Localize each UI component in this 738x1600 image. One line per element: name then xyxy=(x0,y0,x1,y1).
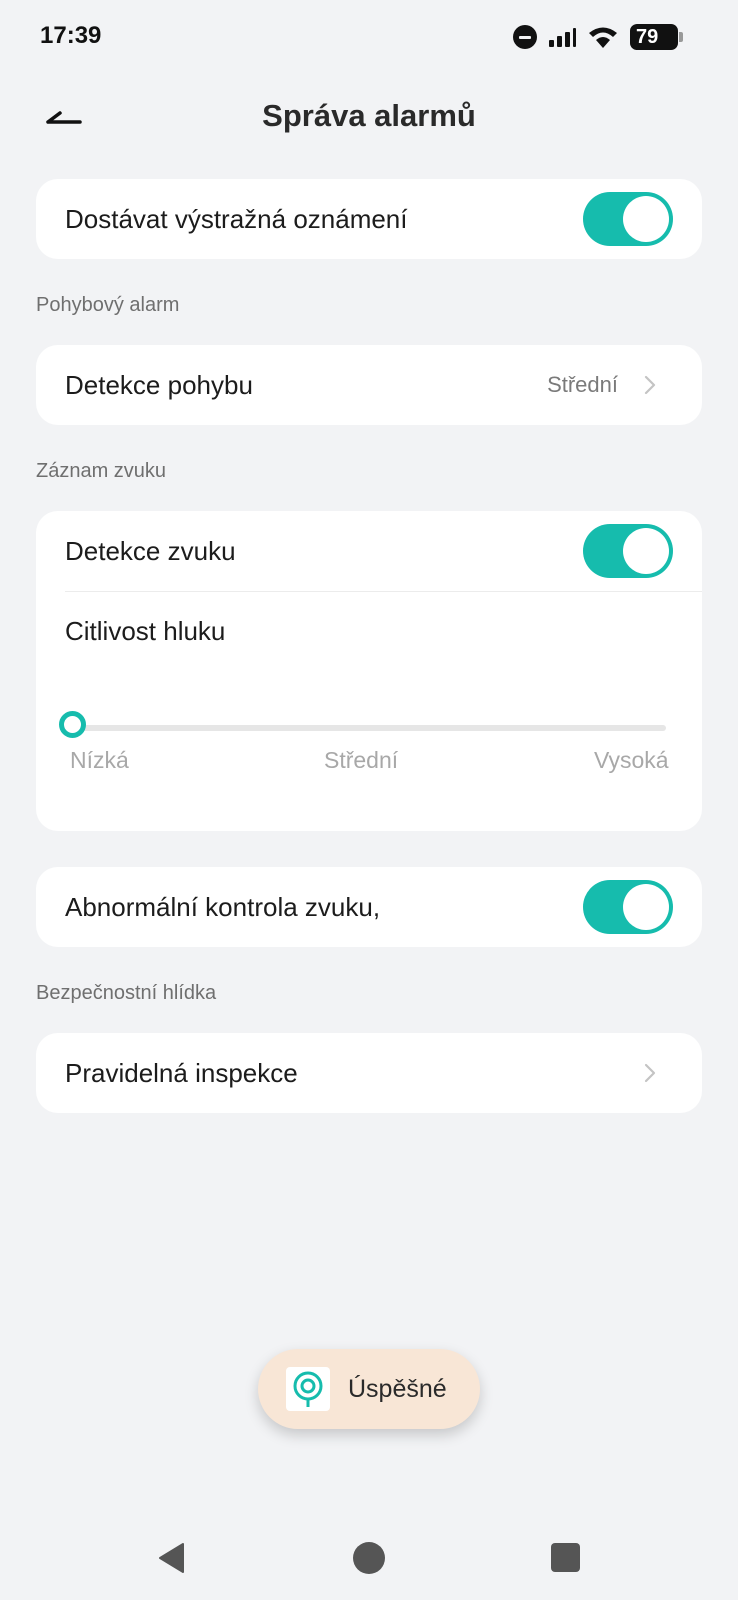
signal-icon xyxy=(549,27,576,47)
notifications-card: Dostávat výstražná oznámení xyxy=(36,179,702,259)
section-title-security: Bezpečnostní hlídka xyxy=(36,982,217,1004)
battery-icon: 79 xyxy=(630,24,683,50)
inspection-label: Pravidelná inspekce xyxy=(65,1058,298,1088)
abnormal-sound-row: Abnormální kontrola zvuku, xyxy=(36,867,702,947)
sound-card: Detekce zvuku Citlivost hluku Nízká Stře… xyxy=(36,511,702,831)
divider xyxy=(65,591,702,592)
wifi-icon xyxy=(589,27,617,48)
sensitivity-label: Citlivost hluku xyxy=(65,616,226,646)
app-logo-icon xyxy=(286,1367,330,1411)
chevron-right-icon xyxy=(644,1063,656,1083)
sensitivity-level-low[interactable]: Nízká xyxy=(70,747,129,774)
sound-detection-row: Detekce zvuku xyxy=(36,511,702,591)
abnormal-sound-label: Abnormální kontrola zvuku, xyxy=(65,892,381,922)
chevron-right-icon xyxy=(644,375,656,395)
slider-handle[interactable] xyxy=(59,711,86,738)
notifications-row: Dostávat výstražná oznámení xyxy=(36,179,702,259)
battery-level: 79 xyxy=(636,26,659,48)
toggle-knob xyxy=(623,528,669,574)
toggle-knob xyxy=(623,196,669,242)
status-time: 17:39 xyxy=(40,22,102,49)
abnormal-sound-toggle[interactable] xyxy=(583,880,673,934)
motion-card: Detekce pohybu Střední xyxy=(36,345,702,425)
motion-detection-row[interactable]: Detekce pohybu Střední xyxy=(36,345,702,425)
motion-detection-label: Detekce pohybu xyxy=(65,370,253,400)
screen: 17:39 79 Správa alarmů Dostávat výstražn… xyxy=(0,0,738,1600)
toast-text: Úspěšné xyxy=(348,1375,447,1403)
status-bar: 17:39 79 xyxy=(0,0,738,76)
nav-back-icon[interactable] xyxy=(156,1542,188,1574)
nav-recents-icon[interactable] xyxy=(551,1543,580,1572)
abnormal-sound-card: Abnormální kontrola zvuku, xyxy=(36,867,702,947)
section-title-sound: Záznam zvuku xyxy=(36,460,167,482)
motion-detection-value: Střední xyxy=(547,372,618,397)
nav-home-icon[interactable] xyxy=(353,1542,385,1574)
notifications-label: Dostávat výstražná oznámení xyxy=(65,204,408,234)
sensitivity-level-high[interactable]: Vysoká xyxy=(594,747,669,774)
section-title-motion: Pohybový alarm xyxy=(36,294,180,316)
notifications-toggle[interactable] xyxy=(583,192,673,246)
sensitivity-level-medium[interactable]: Střední xyxy=(324,747,398,774)
page-title: Správa alarmů xyxy=(262,98,476,133)
toggle-knob xyxy=(623,884,669,930)
inspection-row[interactable]: Pravidelná inspekce xyxy=(36,1033,702,1113)
do-not-disturb-icon xyxy=(513,25,537,49)
sound-detection-label: Detekce zvuku xyxy=(65,536,236,566)
slider-track[interactable] xyxy=(72,725,666,731)
security-card: Pravidelná inspekce xyxy=(36,1033,702,1113)
sound-detection-toggle[interactable] xyxy=(583,524,673,578)
status-icons: 79 xyxy=(513,22,683,52)
success-toast: Úspěšné xyxy=(258,1349,480,1429)
